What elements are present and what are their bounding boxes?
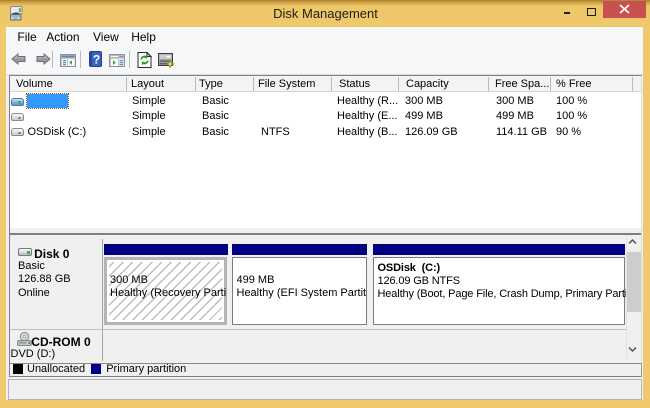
- svg-text:?: ?: [93, 53, 100, 67]
